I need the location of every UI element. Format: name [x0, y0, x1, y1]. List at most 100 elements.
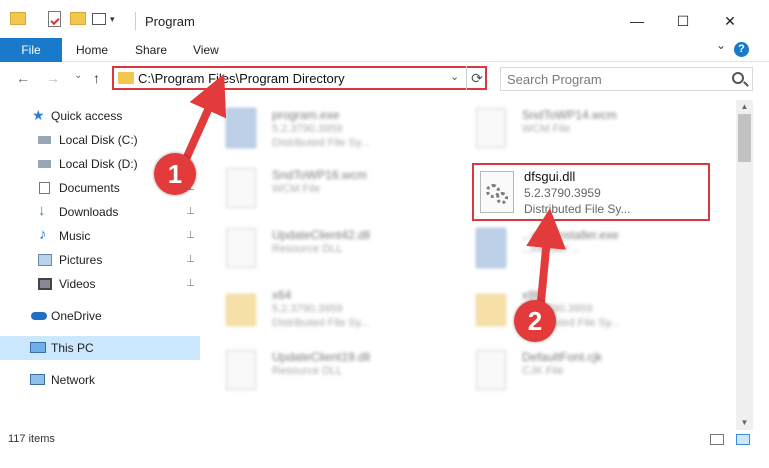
pin-icon[interactable]: ⊥: [186, 200, 195, 224]
file-name: UpdateClient19.dll: [272, 350, 371, 364]
properties-icon[interactable]: [48, 11, 61, 27]
file-detail: WCM File: [522, 123, 571, 135]
sidebar-item-label: Downloads: [59, 205, 119, 219]
sidebar-item-music[interactable]: ♪ Music ⊥: [0, 224, 200, 248]
pin-icon[interactable]: ⊥: [186, 272, 195, 296]
file-detail: Distributed File Sy...: [272, 137, 370, 149]
annotation-step-1: 1: [154, 153, 196, 195]
minimize-button[interactable]: —: [622, 10, 652, 32]
exe-file-icon: [226, 108, 256, 148]
address-path[interactable]: C:\Program Files\Program Directory: [138, 71, 345, 86]
annotation-step-2: 2: [514, 300, 556, 342]
navigation-pane: ★ Quick access Local Disk (C:) Local Dis…: [0, 100, 204, 425]
sidebar-item-label: Music: [59, 229, 91, 243]
scroll-up-button[interactable]: ▲: [736, 100, 753, 114]
window-title: Program: [145, 14, 195, 29]
folder-icon: [118, 72, 134, 84]
list-item[interactable]: SndToWP14.wcm WCM File: [454, 102, 704, 160]
file-detail: Resource DLL: [272, 365, 343, 377]
scroll-down-button[interactable]: ▼: [736, 416, 753, 430]
file-type: Distributed File Sy...: [524, 202, 631, 216]
music-icon: ♪: [39, 226, 47, 243]
highlighted-file-dfsgui[interactable]: dfsgui.dll 5.2.3790.3959 Distributed Fil…: [472, 163, 710, 221]
tab-home[interactable]: Home: [76, 38, 108, 62]
details-view-icon[interactable]: [710, 434, 724, 445]
ribbon-tabs: File Home Share View ⌄ ?: [0, 38, 769, 62]
file-name: SndToWP16.wcm: [272, 168, 367, 182]
back-button[interactable]: ←: [16, 70, 30, 86]
sidebar-item-label: Local Disk (D:): [59, 157, 138, 171]
search-input[interactable]: Search Program: [507, 72, 602, 87]
list-item[interactable]: SndToWP16.wcm WCM File: [204, 162, 454, 220]
address-bar[interactable]: C:\Program Files\Program Directory ⌄ ⟳: [112, 66, 487, 90]
sidebar-item-label: Quick access: [51, 109, 123, 123]
sidebar-item-this-pc[interactable]: This PC: [0, 336, 200, 360]
title-separator: [135, 12, 136, 30]
forward-button[interactable]: →: [46, 70, 60, 86]
file-icon: [226, 350, 256, 390]
sidebar-item-network[interactable]: Network: [0, 368, 200, 392]
view-options-icon[interactable]: [92, 13, 106, 25]
list-item[interactable]: ...emsInstaller.exe ...ineader ...: [454, 222, 704, 280]
up-button[interactable]: ↑: [93, 70, 100, 86]
file-name: SndToWP14.wcm: [522, 108, 617, 122]
dll-file-icon: [480, 171, 514, 213]
file-list-items: program.exe 5.2.3790.3959 Distributed Fi…: [204, 100, 736, 430]
address-dropdown-button[interactable]: ⌄: [450, 70, 459, 83]
sidebar-item-local-disk-c[interactable]: Local Disk (C:): [0, 128, 200, 152]
expand-ribbon-icon[interactable]: ⌄: [716, 38, 726, 52]
tab-file[interactable]: File: [0, 38, 62, 62]
sidebar-item-quick-access[interactable]: ★ Quick access: [0, 104, 200, 128]
navigation-bar: ← → ⌄ ↑ C:\Program Files\Program Directo…: [0, 62, 769, 96]
file-icon: [476, 108, 506, 148]
list-item[interactable]: x86 5.2.3790.3959 Distributed File Sy...: [454, 282, 704, 340]
scroll-thumb[interactable]: [738, 114, 751, 162]
gear-icon: [496, 192, 508, 204]
sidebar-item-onedrive[interactable]: OneDrive: [0, 304, 200, 328]
refresh-button[interactable]: ⟳: [466, 66, 487, 90]
tab-share[interactable]: Share: [135, 38, 167, 62]
file-name: DefaultFont.cjk: [522, 350, 603, 364]
documents-icon: [39, 182, 50, 194]
tab-view[interactable]: View: [193, 38, 219, 62]
status-bar: 117 items: [0, 430, 769, 450]
file-name: program.exe: [272, 108, 340, 122]
customize-toolbar-chevron-icon[interactable]: ▾: [110, 14, 115, 25]
vertical-scrollbar[interactable]: ▲ ▼: [736, 100, 753, 430]
help-icon[interactable]: ?: [734, 42, 749, 57]
file-detail: WCM File: [272, 183, 321, 195]
file-name: x64: [272, 288, 292, 302]
file-list: program.exe 5.2.3790.3959 Distributed Fi…: [204, 100, 736, 430]
maximize-button[interactable]: ☐: [668, 10, 698, 32]
close-button[interactable]: ✕: [715, 10, 745, 32]
file-version: 5.2.3790.3959: [524, 186, 601, 200]
list-item[interactable]: UpdateClient42.dll Resource DLL: [204, 222, 454, 280]
star-icon: ★: [32, 107, 45, 123]
recent-locations-button[interactable]: ⌄: [74, 70, 82, 81]
cloud-icon: [31, 312, 47, 320]
file-icon: [226, 168, 256, 208]
file-name: ...emsInstaller.exe: [522, 228, 619, 242]
pin-icon[interactable]: ⊥: [186, 248, 195, 272]
sidebar-item-label: Network: [51, 373, 96, 387]
file-detail: CJK File: [522, 365, 564, 377]
sidebar-item-label: Local Disk (C:): [59, 133, 138, 147]
list-item[interactable]: DefaultFont.cjk CJK File: [454, 344, 704, 402]
file-detail: Distributed File Sy...: [272, 317, 370, 329]
drive-icon: [38, 136, 51, 144]
file-detail: 5.2.3790.3959: [272, 303, 343, 315]
list-item[interactable]: x64 5.2.3790.3959 Distributed File Sy...: [204, 282, 454, 340]
search-icon[interactable]: [732, 72, 744, 84]
pin-icon[interactable]: ⊥: [186, 224, 195, 248]
tiles-view-icon[interactable]: [736, 434, 750, 445]
sidebar-item-downloads[interactable]: ↓ Downloads ⊥: [0, 200, 200, 224]
search-box[interactable]: Search Program: [500, 67, 753, 91]
sidebar-item-videos[interactable]: Videos ⊥: [0, 272, 200, 296]
download-icon: ↓: [38, 202, 46, 219]
list-item[interactable]: UpdateClient19.dll Resource DLL: [204, 344, 454, 402]
new-folder-icon[interactable]: [70, 12, 86, 25]
sidebar-item-label: This PC: [51, 341, 94, 355]
sidebar-item-pictures[interactable]: Pictures ⊥: [0, 248, 200, 272]
item-count: 117 items: [8, 433, 55, 445]
list-item[interactable]: program.exe 5.2.3790.3959 Distributed Fi…: [204, 102, 454, 160]
